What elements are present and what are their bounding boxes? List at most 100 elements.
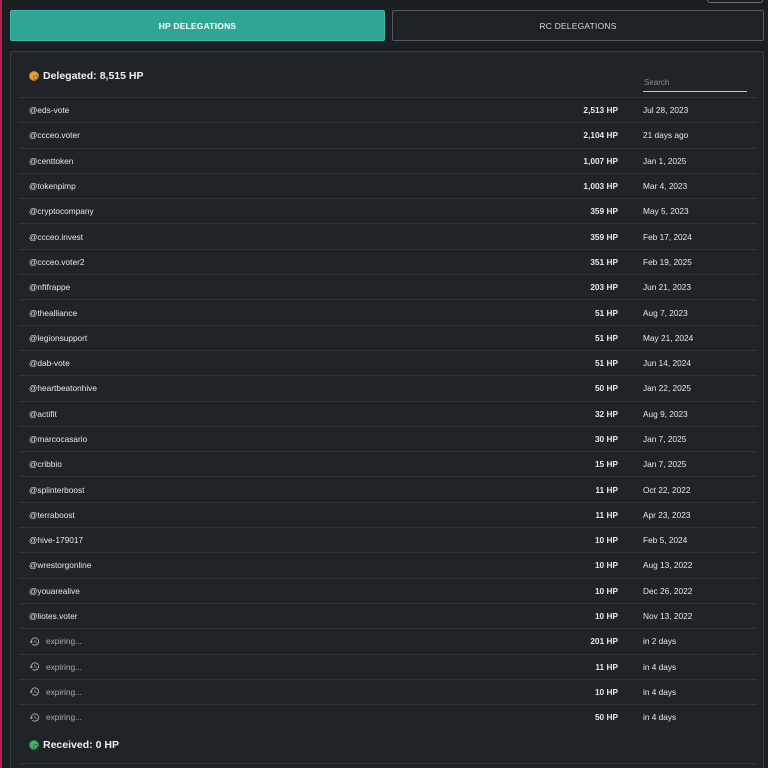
delegated-summary: Delegated: 8,515 HP	[43, 70, 143, 82]
delegation-amount: 51 HP	[594, 307, 618, 318]
delegatee-name[interactable]: @dab-vote	[29, 358, 70, 368]
delegation-amount: 51 HP	[594, 332, 618, 343]
tab-hp-delegations[interactable]: HP DELEGATIONS	[10, 10, 385, 41]
delegation-amount: 1,003 HP	[583, 181, 618, 192]
expiring-date: in 2 days	[643, 636, 677, 647]
delegation-row[interactable]: @actifit 32 HP Aug 9, 2023	[19, 400, 757, 426]
delegation-amount: 10 HP	[594, 535, 618, 546]
delegation-row[interactable]: @wrestorgonline 10 HP Aug 13, 2022	[19, 552, 757, 577]
delegation-row[interactable]: @terraboost 11 HP Apr 23, 2023	[19, 501, 757, 527]
delegation-row[interactable]: @thealliance 51 HP Aug 7, 2023	[19, 299, 757, 324]
delegation-date: Feb 19, 2025	[643, 256, 692, 267]
delegatee-name[interactable]: @thealliance	[29, 308, 77, 318]
delegatee-name[interactable]: @nftfrappe	[29, 282, 70, 292]
delegation-row[interactable]: @heartbeatonhive 50 HP Jan 22, 2025	[19, 375, 757, 400]
delegation-amount: 10 HP	[594, 560, 618, 571]
delegation-row[interactable]: @dab-vote 51 HP Jun 14, 2024	[19, 349, 757, 375]
delegatee-name[interactable]: @legionsupport	[29, 333, 87, 343]
delegation-tabs: HP DELEGATIONS RC DELEGATIONS	[10, 10, 764, 41]
delegatee-name[interactable]: @ccceo.voter2	[29, 257, 84, 267]
history-icon	[29, 713, 40, 722]
delegation-date: Jun 14, 2024	[643, 358, 691, 369]
delegation-row[interactable]: @ccceo.voter2 351 HP Feb 19, 2025	[19, 248, 757, 274]
delegation-amount: 359 HP	[590, 231, 618, 242]
received-coin-icon	[29, 740, 39, 750]
delegatee-name[interactable]: @tokenpimp	[29, 181, 76, 191]
delegation-date: Jan 7, 2025	[643, 434, 687, 444]
delegation-date: 21 days ago	[643, 130, 689, 141]
delegation-row[interactable]: @centtoken 1,007 HP Jan 1, 2025	[19, 147, 757, 173]
delegation-date: Jul 28, 2023	[643, 105, 689, 116]
expiring-date: in 4 days	[643, 712, 677, 723]
delegation-date: Nov 13, 2022	[643, 611, 693, 622]
delegation-date: Aug 7, 2023	[643, 307, 688, 318]
delegatee-name[interactable]: @wrestorgonline	[29, 560, 91, 570]
tab-rc-delegations[interactable]: RC DELEGATIONS	[392, 10, 764, 41]
expiring-row: expiring... 201 HP in 2 days	[19, 628, 757, 653]
delegation-row[interactable]: @ccceo.invest 359 HP Feb 17, 2024	[19, 223, 757, 248]
delegation-date: Jan 7, 2025	[643, 459, 687, 470]
expiring-label: expiring...	[46, 712, 82, 723]
delegation-date: Oct 22, 2022	[643, 484, 691, 495]
delegatee-name[interactable]: @youarealive	[29, 586, 80, 596]
delegatee-name[interactable]: @marcocasario	[29, 434, 87, 444]
delegation-row[interactable]: @splinterboost 11 HP Oct 22, 2022	[19, 476, 757, 501]
top-action-button[interactable]	[707, 0, 763, 3]
delegation-row[interactable]: @marcocasario 30 HP Jan 7, 2025	[19, 425, 757, 451]
delegation-row[interactable]: @hive-179017 10 HP Feb 5, 2024	[19, 527, 757, 552]
delegation-date: Apr 23, 2023	[643, 509, 691, 520]
delegation-date: May 5, 2023	[643, 206, 689, 217]
expiring-label-group: expiring...	[29, 636, 82, 647]
expiring-label-group: expiring...	[29, 686, 82, 697]
hive-power-coin-icon	[29, 71, 39, 81]
delegation-row[interactable]: @legionsupport 51 HP May 21, 2024	[19, 324, 757, 350]
delegation-amount: 10 HP	[594, 611, 618, 622]
expiring-row: expiring... 50 HP in 4 days	[19, 704, 757, 729]
delegation-row[interactable]: @eds-vote 2,513 HP Jul 28, 2023	[19, 97, 757, 122]
delegation-row[interactable]: @cryptocompany 359 HP May 5, 2023	[19, 198, 757, 223]
delegated-header: Delegated: 8,515 HP	[29, 70, 143, 82]
delegatee-name[interactable]: @eds-vote	[29, 105, 69, 115]
delegation-amount: 203 HP	[590, 282, 618, 293]
delegatee-name[interactable]: @liotes.voter	[29, 611, 78, 621]
delegation-date: May 21, 2024	[643, 332, 694, 343]
delegation-date: Aug 13, 2022	[643, 560, 693, 571]
delegatee-name[interactable]: @hive-179017	[29, 535, 83, 545]
delegation-date: Jun 21, 2023	[643, 282, 691, 293]
delegation-amount: 2,513 HP	[583, 105, 618, 116]
search-input[interactable]	[643, 73, 747, 92]
delegatee-name[interactable]: @ccceo.invest	[29, 232, 83, 242]
delegation-amount: 15 HP	[594, 459, 618, 470]
delegation-amount: 1,007 HP	[583, 155, 618, 166]
delegation-date: Feb 5, 2024	[643, 535, 688, 546]
delegation-date: Feb 17, 2024	[643, 231, 692, 242]
delegatee-name[interactable]: @actifit	[29, 409, 57, 419]
history-icon	[29, 687, 40, 697]
delegation-amount: 30 HP	[594, 434, 618, 444]
delegation-amount: 50 HP	[594, 383, 618, 394]
delegation-date: Mar 4, 2023	[643, 181, 688, 192]
expiring-row: expiring... 11 HP in 4 days	[19, 653, 757, 679]
received-value: 0 HP	[95, 739, 119, 751]
delegation-amount: 32 HP	[594, 408, 618, 419]
delegation-row[interactable]: @ccceo.voter 2,104 HP 21 days ago	[19, 122, 757, 147]
delegation-date: Aug 9, 2023	[643, 408, 688, 419]
delegation-amount: 10 HP	[594, 585, 618, 596]
delegatee-name[interactable]: @ccceo.voter	[29, 130, 80, 140]
delegation-row[interactable]: @nftfrappe 203 HP Jun 21, 2023	[19, 274, 757, 299]
delegation-date: Jan 1, 2025	[643, 155, 687, 166]
expiring-date: in 4 days	[643, 686, 677, 697]
delegatee-name[interactable]: @splinterboost	[29, 485, 84, 495]
delegation-row[interactable]: @tokenpimp 1,003 HP Mar 4, 2023	[19, 172, 757, 198]
received-label: Received:	[43, 739, 93, 751]
delegation-row[interactable]: @youarealive 10 HP Dec 26, 2022	[19, 577, 757, 603]
delegatee-name[interactable]: @heartbeatonhive	[29, 383, 97, 393]
delegation-amount: 351 HP	[590, 256, 618, 267]
delegation-row[interactable]: @liotes.voter 10 HP Nov 13, 2022	[19, 602, 757, 628]
delegatee-name[interactable]: @terraboost	[29, 510, 75, 520]
delegatee-name[interactable]: @cribbio	[29, 459, 62, 469]
delegation-date: Jan 22, 2025	[643, 383, 691, 394]
delegation-row[interactable]: @cribbio 15 HP Jan 7, 2025	[19, 451, 757, 476]
delegatee-name[interactable]: @cryptocompany	[29, 206, 94, 216]
delegatee-name[interactable]: @centtoken	[29, 156, 73, 166]
